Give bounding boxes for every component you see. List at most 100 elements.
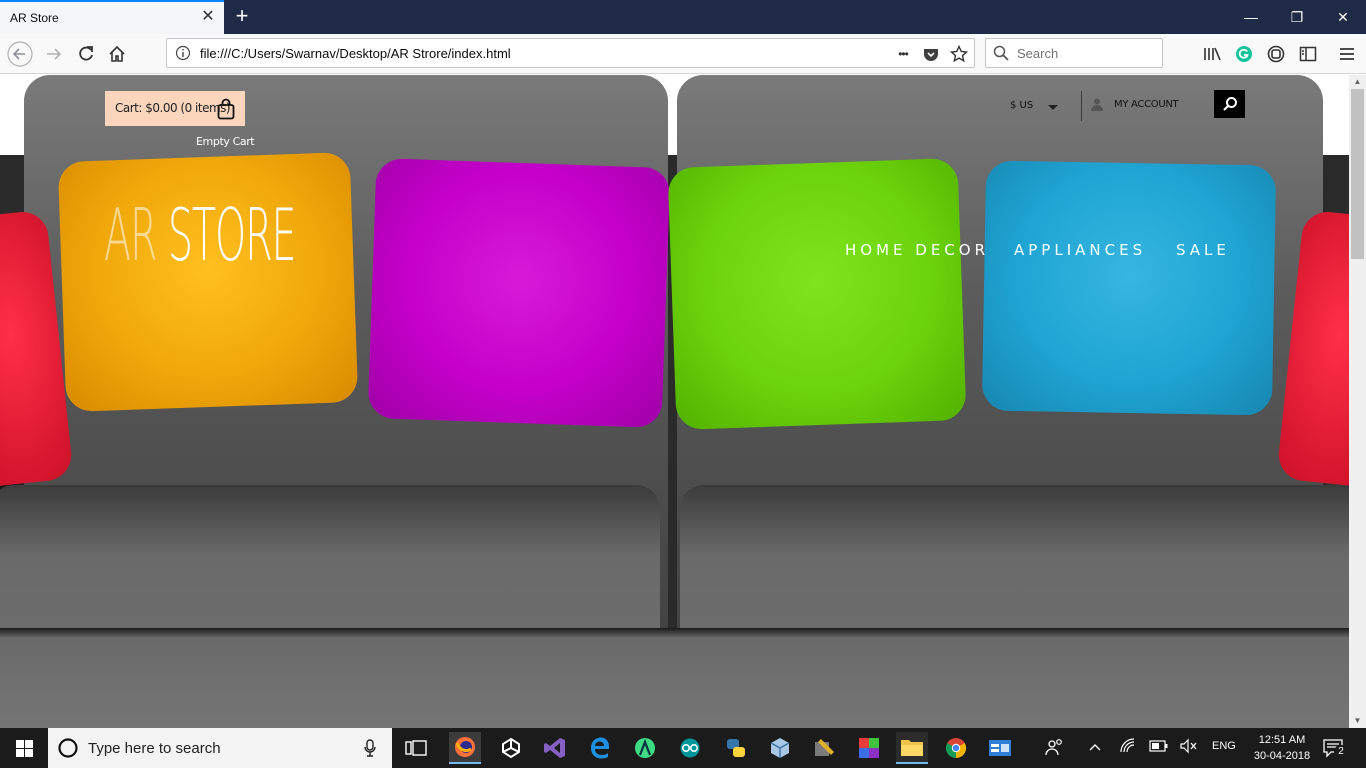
edge-icon [591, 737, 609, 759]
logo-part-ar: AR [104, 193, 168, 277]
taskbar-unity[interactable] [495, 732, 527, 764]
menu-button[interactable] [1333, 40, 1361, 68]
chevron-up-icon[interactable] [1084, 738, 1106, 758]
pillow-green [667, 158, 967, 430]
cart-label: Cart: $0.00 (0 items) [115, 101, 231, 115]
grammarly-icon [1236, 46, 1252, 62]
bookmark-star-icon[interactable] [949, 44, 969, 64]
logo-part-store: STORE [167, 193, 297, 277]
home-button[interactable] [103, 40, 131, 68]
library-button[interactable] [1198, 40, 1226, 68]
taskbar-python[interactable] [720, 732, 752, 764]
sidebar-icon [1299, 46, 1317, 62]
grammarly-button[interactable] [1230, 40, 1258, 68]
scroll-thumb[interactable] [1351, 89, 1364, 259]
taskbar-chrome[interactable] [940, 732, 972, 764]
taskbar-file-explorer[interactable] [896, 732, 928, 764]
reload-button[interactable] [72, 40, 100, 68]
python-icon [727, 739, 745, 757]
browser-toolbar: file:///C:/Users/Swarnav/Desktop/AR Stro… [0, 34, 1366, 74]
taskbar-virtualbox[interactable] [764, 732, 796, 764]
page-actions-icon[interactable]: ••• [893, 44, 913, 64]
taskbar-firefox[interactable] [449, 732, 481, 764]
windows-logo-icon [15, 739, 33, 757]
volume-muted-icon[interactable] [1178, 738, 1200, 758]
site-logo[interactable]: AR STORE [104, 193, 297, 277]
notification-count: 2 [1334, 745, 1348, 759]
back-button[interactable] [6, 40, 34, 68]
clock-date: 30-04-2018 [1253, 750, 1311, 762]
microphone-icon[interactable] [364, 739, 376, 757]
browser-tab[interactable]: AR Store ✕ [0, 0, 224, 34]
task-view-icon [405, 740, 427, 756]
reload-icon [79, 46, 93, 61]
my-account-link[interactable]: MY ACCOUNT [1114, 99, 1179, 110]
clock[interactable]: 12:51 AM 30-04-2018 [1252, 732, 1312, 764]
taskbar-app-window[interactable] [984, 732, 1016, 764]
info-icon[interactable] [175, 45, 191, 61]
chrome-icon [945, 738, 967, 759]
pocket-icon[interactable] [921, 44, 941, 64]
address-bar[interactable]: file:///C:/Users/Swarnav/Desktop/AR Stro… [166, 38, 975, 68]
forward-button[interactable] [40, 40, 68, 68]
taskbar-android-studio[interactable] [629, 732, 661, 764]
browser-search-placeholder: Search [1017, 46, 1059, 61]
currency-selector[interactable]: $ US [1010, 100, 1033, 111]
tab-title: AR Store [10, 11, 59, 25]
action-center-button[interactable]: 2 [1322, 736, 1348, 760]
floor [0, 628, 1349, 728]
nav-sale[interactable]: SALE [1176, 241, 1230, 259]
site-search-button[interactable] [1214, 90, 1245, 118]
extension-button[interactable] [1262, 40, 1290, 68]
nav-appliances[interactable]: APPLIANCES [1014, 241, 1146, 259]
firefox-icon [455, 737, 475, 757]
extension-icon [1267, 45, 1285, 63]
new-tab-button[interactable]: + [230, 4, 254, 28]
pillow-blue [981, 160, 1277, 416]
search-icon [993, 45, 1009, 61]
scroll-down-icon[interactable]: ▼ [1349, 714, 1366, 728]
browser-search-bar[interactable]: Search [985, 38, 1163, 68]
caret-down-icon[interactable] [1048, 105, 1058, 110]
taskbar-visual-studio[interactable] [539, 732, 571, 764]
page-scrollbar[interactable]: ▲ ▼ [1349, 75, 1366, 728]
android-studio-icon [635, 738, 655, 758]
header-divider [1081, 91, 1082, 121]
minimize-button[interactable]: — [1228, 0, 1274, 34]
taskbar-arduino[interactable] [674, 732, 706, 764]
arrow-right-icon [47, 48, 62, 60]
taskbar-edge[interactable] [584, 732, 616, 764]
arduino-icon [680, 738, 700, 758]
tab-close-icon[interactable]: ✕ [199, 8, 217, 26]
winrar-icon [859, 738, 879, 758]
taskbar-search-box[interactable]: Type here to search [48, 728, 392, 768]
web-page: Cart: $0.00 (0 items) Empty Cart $ US MY… [0, 75, 1349, 728]
user-icon[interactable] [1090, 97, 1104, 111]
empty-cart-link[interactable]: Empty Cart [196, 135, 255, 148]
taskbar-tools[interactable] [809, 732, 841, 764]
nav-home-decor[interactable]: HOME DECOR [845, 241, 989, 259]
cart-button[interactable]: Cart: $0.00 (0 items) [105, 91, 245, 126]
url-text[interactable]: file:///C:/Users/Swarnav/Desktop/AR Stro… [200, 46, 511, 61]
app-window-icon [989, 740, 1011, 756]
task-view-button[interactable] [400, 732, 432, 764]
file-explorer-icon [901, 740, 923, 756]
close-window-button[interactable]: ✕ [1320, 0, 1366, 34]
wifi-icon[interactable] [1117, 738, 1139, 758]
unity-icon [502, 737, 520, 759]
sidebar-button[interactable] [1294, 40, 1322, 68]
virtualbox-icon [770, 738, 790, 758]
taskbar-search-placeholder: Type here to search [88, 740, 221, 757]
people-icon[interactable] [1044, 738, 1066, 758]
library-icon [1204, 47, 1221, 61]
language-indicator[interactable]: ENG [1212, 740, 1236, 752]
taskbar-winrar[interactable] [853, 732, 885, 764]
battery-icon[interactable] [1148, 738, 1170, 758]
browser-tab-bar: AR Store ✕ + — ❐ ✕ [0, 0, 1366, 34]
start-button[interactable] [0, 728, 48, 768]
restore-button[interactable]: ❐ [1274, 0, 1320, 34]
hamburger-menu-icon [1340, 48, 1354, 60]
home-icon [109, 45, 125, 62]
scroll-up-icon[interactable]: ▲ [1349, 75, 1366, 89]
tools-icon [815, 739, 834, 756]
